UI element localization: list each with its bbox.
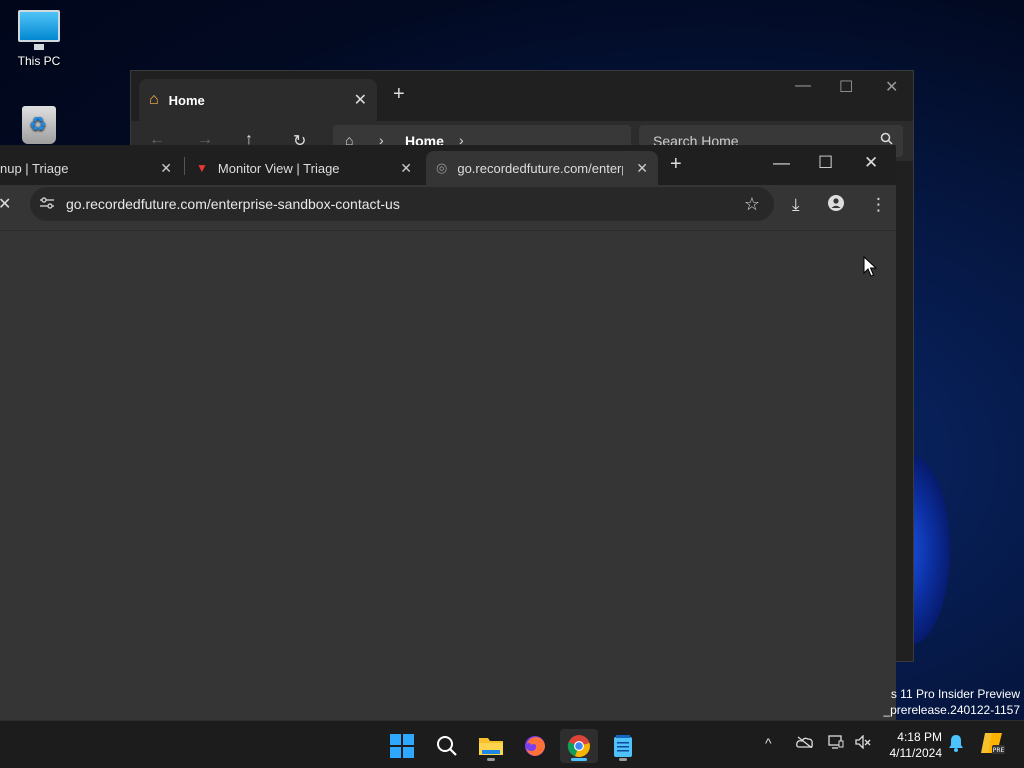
tab-label: Monitor View | Triage [217,160,340,176]
clock-time: 4:18 PM [897,730,942,744]
loading-globe-icon: ◎ [436,160,448,175]
monitor-icon [18,10,60,50]
taskbar-firefox[interactable] [516,729,554,763]
taskbar-notepad[interactable] [604,729,642,763]
explorer-tab-home[interactable]: ⌂ Home ✕ [139,79,377,121]
running-indicator [571,758,587,761]
maximize-button[interactable]: ☐ [818,153,833,173]
new-tab-button[interactable]: + [670,153,682,176]
onedrive-offline-icon[interactable] [796,735,814,751]
explorer-tab-label: Home [168,92,205,108]
volume-muted-icon[interactable] [855,734,871,752]
chrome-window: nup | Triage ✕ ▼ Monitor View | Triage ✕… [0,145,896,721]
desktop-icon-recycle-bin[interactable] [0,106,78,148]
system-clock[interactable]: 4:18 PM 4/11/2024 [880,729,943,761]
taskbar-search-button[interactable] [428,729,466,763]
minimize-button[interactable]: — [795,77,811,95]
search-icon [437,736,457,756]
running-indicator [487,758,495,761]
home-icon: ⌂ [149,91,159,108]
close-tab-icon[interactable]: ✕ [160,160,172,177]
show-hidden-icons-chevron-icon[interactable]: ^ [765,735,772,751]
copilot-icon[interactable]: PRE [980,731,1006,758]
profile-icon[interactable] [828,195,844,216]
download-icon[interactable]: ⤓ [792,195,800,215]
copilot-badge: PRE [993,747,1005,754]
tab-label: nup | Triage [0,160,69,176]
stop-loading-button[interactable]: ✕ [0,194,11,214]
taskbar: ^ 4:18 PM 4/11/2024 PRE [0,720,1024,768]
tab-monitor-view[interactable]: ▼ Monitor View | Triage ✕ [186,151,422,185]
recycle-bin-icon [22,106,56,144]
maximize-button[interactable]: ☐ [839,77,853,97]
start-button[interactable] [383,729,421,763]
address-bar[interactable]: go.recordedfuture.com/enterprise-sandbox… [30,187,774,221]
firefox-icon [525,736,545,756]
windows-logo-icon [390,734,414,758]
chrome-icon [567,735,590,758]
site-settings-icon[interactable] [40,196,54,212]
tab-label: go.recordedfuture.com/enterpr [457,160,624,176]
triage-logo-icon: ▼ [196,161,208,175]
chrome-toolbar: ✕ go.recordedfuture.com/enterprise-sandb… [0,185,896,231]
tab-divider [184,157,185,175]
explorer-tab-bar: ⌂ Home ✕ + — ☐ ✕ [131,71,913,121]
network-icon[interactable] [828,735,844,752]
folder-icon [479,738,503,755]
watermark-line: _prerelease.240122-1157 [883,703,1020,717]
minimize-button[interactable]: — [773,153,790,173]
notepad-icon [614,735,632,757]
taskbar-file-explorer[interactable] [472,729,510,763]
close-tab-icon[interactable]: ✕ [400,160,412,177]
menu-kebab-icon[interactable]: ⋮ [870,195,887,215]
tab-triage-1[interactable]: nup | Triage ✕ [0,151,182,185]
page-content [0,231,896,721]
notification-bell-icon[interactable] [948,734,964,755]
running-indicator [619,758,627,761]
close-tab-icon[interactable]: ✕ [354,90,367,110]
desktop-icon-this-pc[interactable]: This PC [0,10,78,68]
desktop-icon-label: This PC [17,54,61,68]
url-text: go.recordedfuture.com/enterprise-sandbox… [66,196,400,212]
close-window-button[interactable]: ✕ [864,153,878,173]
tab-recordedfuture[interactable]: ◎ go.recordedfuture.com/enterpr ✕ [426,151,658,185]
taskbar-chrome[interactable] [560,729,598,763]
bookmark-star-icon[interactable]: ☆ [744,194,760,215]
windows-build-watermark: s 11 Pro Insider Preview _prerelease.240… [883,686,1020,718]
close-window-button[interactable]: ✕ [885,77,898,97]
close-tab-icon[interactable]: ✕ [636,160,648,177]
watermark-line: s 11 Pro Insider Preview [890,687,1020,701]
new-tab-button[interactable]: + [393,83,405,106]
chrome-tab-bar: nup | Triage ✕ ▼ Monitor View | Triage ✕… [0,145,896,185]
clock-date: 4/11/2024 [889,746,943,760]
